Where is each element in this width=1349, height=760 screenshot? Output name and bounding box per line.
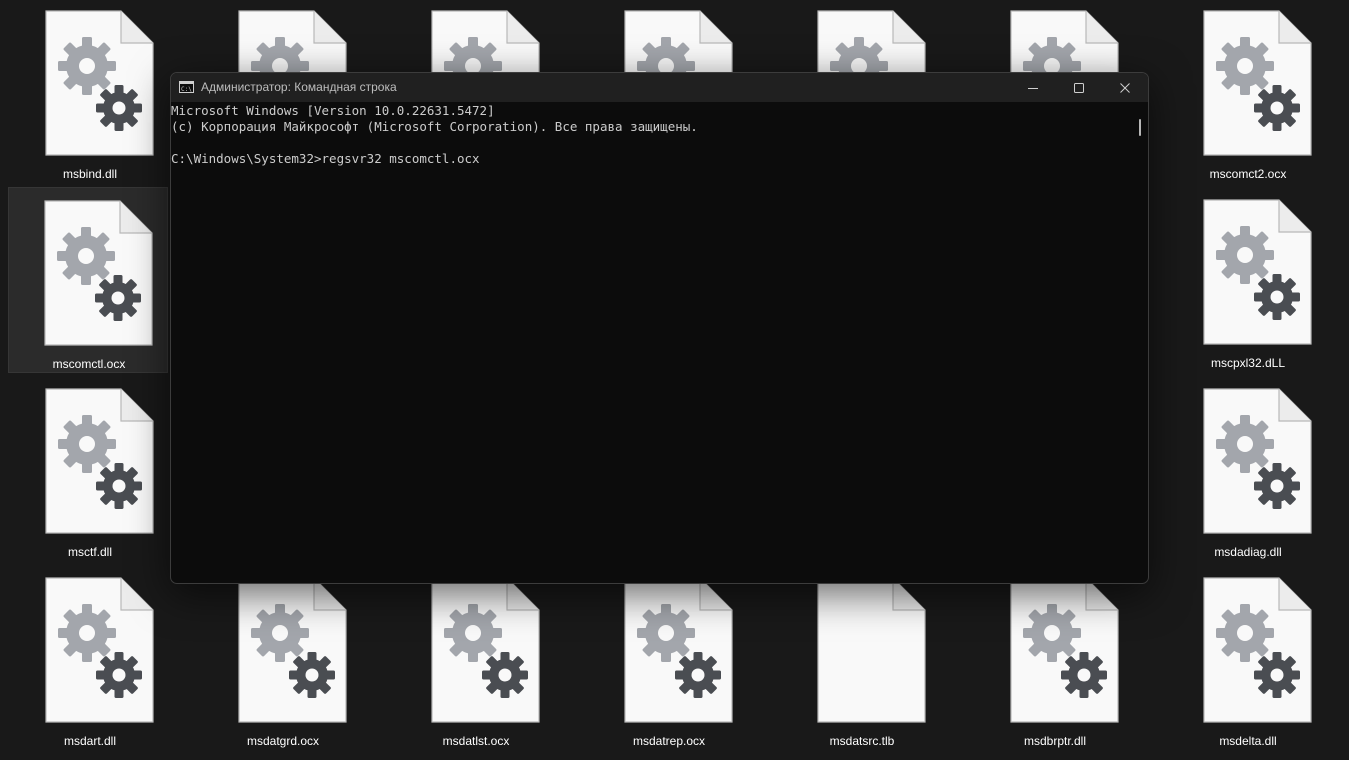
gear-file-icon [431,577,541,723]
file-name-label: mscpxl32.dLL [1210,356,1286,370]
gear-file-icon [44,200,154,346]
desktop-file-tile[interactable]: mscomct2.ocx [1168,0,1328,186]
minimize-button[interactable] [1010,73,1056,102]
console-line: (c) Корпорация Майкрософт (Microsoft Cor… [171,119,698,134]
desktop-file-tile[interactable]: msbind.dll [10,0,170,186]
close-icon [1120,82,1130,93]
gear-file-icon [45,577,155,723]
console-line: Microsoft Windows [Version 10.0.22631.54… [171,103,495,118]
file-name-label: msctf.dll [67,545,112,559]
window-title: Администратор: Командная строка [201,80,397,94]
cmd-icon: C:\ [179,81,194,93]
close-button[interactable] [1102,73,1148,102]
gear-file-icon [624,577,734,723]
console-prompt-line: C:\Windows\System32>regsvr32 mscomctl.oc… [171,151,480,166]
scrollbar-thumb[interactable] [1139,119,1141,136]
desktop-file-tile[interactable]: msdart.dll [10,567,170,753]
file-name-label: mscomctl.ocx [52,357,126,371]
file-name-label: msdatrep.ocx [632,734,706,748]
desktop-file-tile[interactable]: msdatgrd.ocx [203,567,363,753]
desktop-file-tile[interactable]: mscpxl32.dLL [1168,189,1328,375]
file-name-label: msdart.dll [63,734,116,748]
gear-file-icon [238,577,348,723]
desktop-file-tile[interactable]: msdatsrc.tlb [782,567,942,753]
desktop-file-tile[interactable]: msdatrep.ocx [589,567,749,753]
file-name-label: msdatgrd.ocx [246,734,320,748]
file-name-label: msbind.dll [62,167,118,181]
gear-file-icon [1203,388,1313,534]
desktop-file-tile[interactable]: msdelta.dll [1168,567,1328,753]
gear-file-icon [45,388,155,534]
file-name-label: mscomct2.ocx [1209,167,1287,181]
maximize-icon [1074,82,1084,93]
desktop: msbind.dll mscomct2.ocx mscomctl.ocx mscpxl… [0,0,1349,760]
gear-file-icon [1203,199,1313,345]
gear-file-icon [1203,10,1313,156]
file-name-label: msdatlst.ocx [442,734,510,748]
desktop-file-tile[interactable]: msdadiag.dll [1168,378,1328,564]
vertical-scrollbar[interactable] [1137,103,1147,581]
file-name-label: msdelta.dll [1219,734,1277,748]
file-name-label: msdadiag.dll [1214,545,1282,559]
gear-file-icon [45,10,155,156]
blank-file-icon [817,577,927,723]
minimize-icon [1028,87,1038,89]
desktop-file-tile[interactable]: msctf.dll [10,378,170,564]
desktop-file-tile[interactable]: msdatlst.ocx [396,567,556,753]
command-prompt-window[interactable]: C:\ Администратор: Командная строка Micr… [170,72,1149,584]
maximize-button[interactable] [1056,73,1102,102]
console-output[interactable]: Microsoft Windows [Version 10.0.22631.54… [171,103,1131,581]
desktop-file-tile[interactable]: mscomctl.ocx [8,187,168,373]
file-name-label: msdatsrc.tlb [829,734,895,748]
title-bar[interactable]: C:\ Администратор: Командная строка [171,73,1148,102]
file-name-label: msdbrptr.dll [1023,734,1087,748]
gear-file-icon [1010,577,1120,723]
svg-text:C:\: C:\ [181,86,192,93]
gear-file-icon [1203,577,1313,723]
desktop-file-tile[interactable]: msdbrptr.dll [975,567,1135,753]
